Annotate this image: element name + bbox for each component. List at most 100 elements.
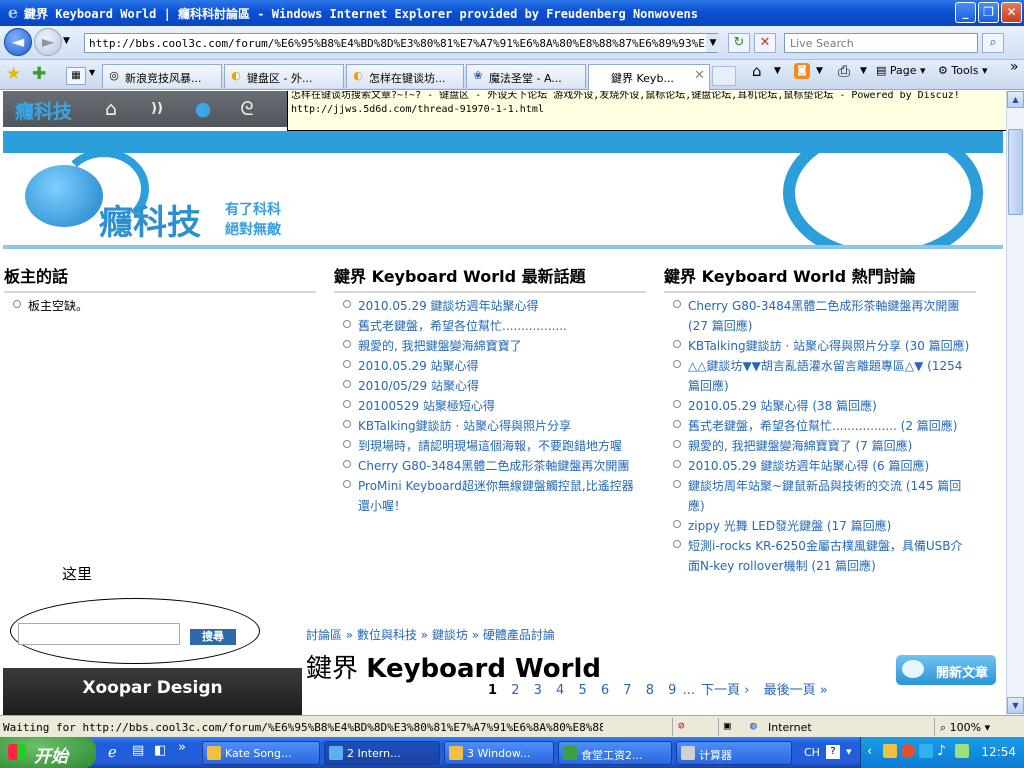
url-input[interactable]: http://bbs.cool3c.com/forum/%E6%95%B8%E4… — [84, 33, 718, 53]
ribbon-icon[interactable]: ᘓ — [235, 97, 259, 121]
url-dropdown-icon[interactable]: ▼ — [706, 34, 720, 52]
topic-link[interactable]: zippy 光舞 LED發光鍵盤 (17 篇回應) — [664, 516, 970, 536]
xoopar-ad-banner[interactable]: Xoopar Design — [3, 668, 302, 715]
back-button[interactable]: ◄ — [4, 28, 32, 56]
vertical-scrollbar[interactable]: ▲ ▼ — [1006, 91, 1024, 715]
page-link[interactable]: 5 — [578, 683, 586, 698]
privacy-icon[interactable]: ⊘ — [678, 719, 685, 732]
page-link[interactable]: 7 — [623, 683, 631, 698]
topic-link[interactable]: 2010/05/29 站聚心得 — [334, 376, 640, 396]
topic-link[interactable]: KBTalking鍵談訪 · 站聚心得與照片分享 (30 篇回應) — [664, 336, 970, 356]
quicklaunch-icon[interactable]: ◧ — [154, 743, 166, 758]
tab-3[interactable]: ❀ 魔法圣堂 - A... — [466, 64, 586, 88]
tab-list-dropdown-icon[interactable]: ▼ — [89, 68, 95, 77]
live-search-input[interactable]: Live Search — [784, 33, 978, 53]
favorites-star-icon[interactable]: ★ — [6, 64, 21, 84]
quick-tabs-icon[interactable]: ▦ — [66, 67, 86, 85]
task-button[interactable]: 计算器 — [676, 741, 792, 765]
topic-link[interactable]: 2010.05.29 站聚心得 (38 篇回應) — [664, 396, 970, 416]
refresh-button[interactable]: ↻ — [728, 33, 750, 53]
rss-icon[interactable]: )) — [145, 97, 169, 121]
site-logo[interactable]: 癮科技 — [15, 97, 72, 124]
forum-search-button[interactable]: 搜尋 — [190, 629, 236, 645]
scroll-thumb[interactable] — [1008, 129, 1023, 215]
home-icon[interactable]: ⌂ — [99, 97, 123, 121]
topic-link[interactable]: Cherry G80-3484黑體二色成形茶軸鍵盤再次開團 (27 篇回應) — [664, 296, 970, 336]
breadcrumb[interactable]: 討論區 » 數位與科技 » 鍵談坊 » 硬體產品討論 — [306, 626, 555, 643]
task-button[interactable]: 食堂工资2... — [558, 741, 672, 765]
topic-link[interactable]: 2010.05.29 鍵談坊週年站聚心得 — [334, 296, 640, 316]
page-link[interactable]: 3 — [534, 683, 542, 698]
feeds-dropdown-icon[interactable]: ▼ — [816, 61, 823, 81]
task-button-active[interactable]: 2 Intern... — [324, 741, 440, 765]
print-icon[interactable]: ⎙ — [838, 61, 850, 81]
topic-link[interactable]: 鍵談坊周年站聚~鍵鼠新品與技術的交流 (145 篇回應) — [664, 476, 970, 516]
topic-link[interactable]: 20100529 站聚極短心得 — [334, 396, 640, 416]
tray-app-icon[interactable] — [901, 744, 915, 758]
forum-search-input[interactable] — [18, 623, 180, 645]
feeds-icon[interactable]: ◙ — [794, 63, 810, 79]
tab-close-icon[interactable]: ✕ — [694, 68, 705, 83]
ime-indicator[interactable]: CH — [804, 746, 820, 759]
new-post-button[interactable]: 開新文章 — [896, 655, 996, 685]
new-tab-button[interactable] — [712, 66, 736, 86]
history-dropdown-icon[interactable]: ▼ — [63, 36, 70, 46]
home-dropdown-icon[interactable]: ▼ — [774, 61, 781, 81]
topic-link[interactable]: 舊式老鍵盤，希望各位幫忙................. (2 篇回應) — [664, 416, 970, 436]
topic-link[interactable]: 2010.05.29 站聚心得 — [334, 356, 640, 376]
stop-button[interactable]: ✕ — [754, 33, 776, 53]
close-button[interactable]: ✕ — [1001, 2, 1022, 23]
page-link[interactable]: 8 — [646, 683, 654, 698]
topic-link[interactable]: △△鍵談坊▼▼胡言亂語灌水留言離題專區△▼ (1254 篇回應) — [664, 356, 970, 396]
banner-brand[interactable]: 癮科技 — [99, 195, 201, 244]
topic-link[interactable]: 短測i-rocks KR-6250金屬古樸風鍵盤，具備USB介面N-key ro… — [664, 536, 970, 576]
help-icon[interactable]: ? — [826, 745, 840, 759]
topic-link[interactable]: 到現場時，請認明現場這個海報，不要跑錯地方喔 — [334, 436, 640, 456]
clock[interactable]: 12:54 — [981, 745, 1016, 759]
ie-quicklaunch-icon[interactable]: ℯ — [108, 743, 117, 761]
add-favorites-icon[interactable]: ✚ — [32, 64, 46, 84]
last-page-link[interactable]: 最後一頁 » — [764, 683, 828, 698]
zoom-control[interactable]: ⌕ 100% ▾ — [940, 721, 990, 735]
more-commands-icon[interactable]: » — [1010, 57, 1019, 77]
maximize-button[interactable]: ❐ — [978, 2, 999, 23]
tab-0[interactable]: ◎ 新浪竞技风暴... — [102, 64, 222, 88]
topic-link[interactable]: ProMini Keyboard超迷你無線鍵盤觸控鼠,比遙控器還小喔！ — [334, 476, 640, 516]
print-dropdown-icon[interactable]: ▼ — [860, 61, 867, 81]
topic-link[interactable]: KBTalking鍵談訪 · 站聚心得與照片分享 — [334, 416, 640, 436]
start-button[interactable]: 开始 — [0, 737, 96, 768]
volume-icon[interactable]: ♪ — [937, 743, 946, 759]
tab-1[interactable]: ◐ 键盘区 - 外... — [224, 64, 344, 88]
next-page-link[interactable]: 下一頁 › — [701, 683, 749, 698]
topic-link[interactable]: 親愛的, 我把鍵盤變海綿寶寶了 — [334, 336, 640, 356]
topic-link[interactable]: 舊式老鍵盤，希望各位幫忙................. — [334, 316, 640, 336]
search-button[interactable]: ⌕ — [982, 33, 1004, 53]
page-menu[interactable]: ▤ Page ▾ — [876, 61, 926, 81]
topic-link[interactable]: 親愛的, 我把鍵盤變海綿寶寶了 (7 篇回應) — [664, 436, 970, 456]
topic-link[interactable]: Cherry G80-3484黑體二色成形茶軸鍵盤再次開團 — [334, 456, 640, 476]
tray-expand-icon[interactable]: ‹ — [867, 744, 872, 759]
tray-app-icon[interactable] — [955, 744, 969, 758]
chat-bubble-icon[interactable]: ● — [191, 97, 215, 121]
page-link[interactable]: 4 — [556, 683, 564, 698]
topic-link[interactable]: 2010.05.29 鍵談坊週年站聚心得 (6 篇回應) — [664, 456, 970, 476]
tray-app-icon[interactable] — [883, 744, 897, 758]
tab-2[interactable]: ◐ 怎样在键谈坊... — [346, 64, 464, 88]
page-link[interactable]: 9 — [668, 683, 676, 698]
task-button[interactable]: Kate Song... — [202, 741, 320, 765]
ime-options-icon[interactable]: ▾ — [846, 745, 852, 758]
quicklaunch-icon[interactable]: ▤ — [132, 743, 144, 758]
home-icon[interactable]: ⌂ — [752, 61, 762, 81]
tab-4-active[interactable]: 鍵界 Keyb... ✕ — [588, 64, 710, 90]
forward-button[interactable]: ► — [34, 28, 62, 56]
minimize-button[interactable]: _ — [955, 2, 976, 23]
tools-menu[interactable]: ⚙ Tools ▾ — [938, 61, 988, 81]
page-link-current[interactable]: 1 — [488, 683, 497, 698]
page-link[interactable]: 6 — [601, 683, 609, 698]
scroll-up-icon[interactable]: ▲ — [1007, 91, 1024, 108]
quicklaunch-more-icon[interactable]: » — [178, 740, 186, 755]
task-button[interactable]: 3 Window... — [444, 741, 554, 765]
scroll-down-icon[interactable]: ▼ — [1007, 697, 1024, 714]
page-link[interactable]: 2 — [511, 683, 519, 698]
network-icon[interactable] — [919, 744, 933, 758]
